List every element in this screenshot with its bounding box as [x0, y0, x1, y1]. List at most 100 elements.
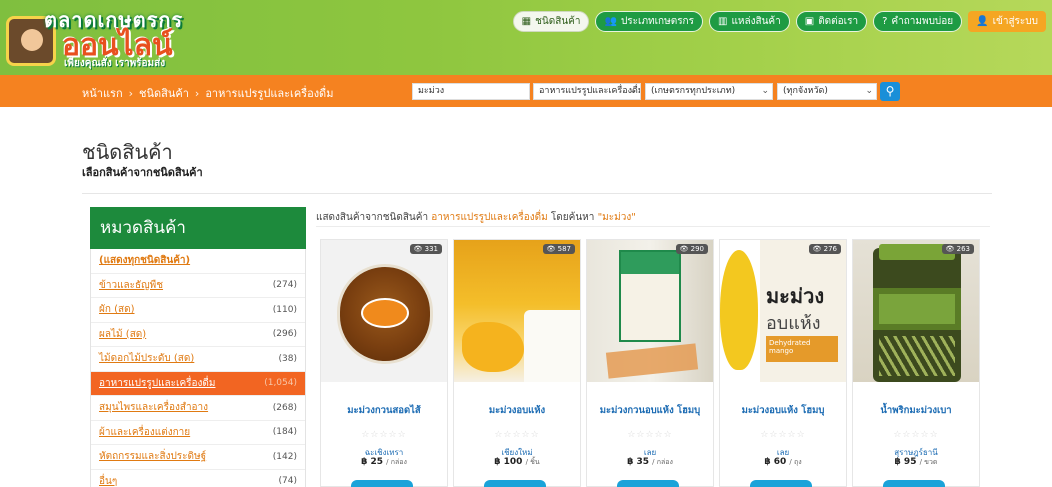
product-card[interactable]: 👁 290 มะม่วงกวนอบแห้ง โฮมบุ ☆☆☆☆☆ เลย ฿ … — [586, 239, 714, 487]
chevron-down-icon: ⌄ — [761, 86, 769, 96]
price-unit: / ถุง — [789, 458, 802, 466]
category-value: อาหารแปรรูปและเครื่องดื่ม — [539, 86, 641, 96]
price-unit: / ขวด — [919, 458, 938, 466]
sidebar-item-handicrafts[interactable]: หัตถกรรมและสิ่งประดิษฐ์ (142) — [91, 445, 305, 470]
nav-product-types[interactable]: ▦ ชนิดสินค้า — [512, 11, 590, 32]
results-middle: โดยค้นหา — [550, 212, 595, 223]
price-unit: / กล่อง — [652, 458, 673, 466]
results-query: "มะม่วง" — [597, 212, 636, 223]
product-image[interactable]: 👁 290 — [587, 240, 713, 382]
sidebar-item-count: (74) — [278, 476, 297, 487]
breadcrumb-current: อาหารแปรรูปและเครื่องดื่ม — [205, 87, 334, 100]
breadcrumb-separator-icon: › — [194, 86, 200, 100]
nav-label: ชนิดสินค้า — [535, 16, 581, 27]
sidebar-item-label: ไม้ดอกไม้ประดับ (สด) — [99, 353, 195, 365]
contact-icon: ▣ — [804, 16, 815, 27]
sidebar-item-label: หัตถกรรมและสิ่งประดิษฐ์ — [99, 451, 207, 463]
view-count: 263 — [956, 245, 970, 253]
product-image[interactable]: 👁 263 — [853, 240, 979, 382]
product-card[interactable]: 👁 331 มะม่วงกวนสอดไส้ ☆☆☆☆☆ ฉะเชิงเทรา ฿… — [320, 239, 448, 487]
nav-farmer-types[interactable]: 👥 ประเภทเกษตรกร — [595, 11, 703, 32]
nav-product-sources[interactable]: ▥ แหล่งสินค้า — [708, 11, 790, 32]
product-price: ฿ 25 / กล่อง — [321, 457, 447, 468]
sidebar-item-fruits[interactable]: ผลไม้ (สด) (296) — [91, 323, 305, 347]
view-product-button[interactable] — [750, 480, 812, 487]
sidebar-item-count: (268) — [272, 402, 297, 413]
star-rating: ☆☆☆☆☆ — [760, 430, 806, 440]
sidebar-item-herbs-cosmetics[interactable]: สมุนไพรและเครื่องสำอาง (268) — [91, 396, 305, 421]
search-bar: หน้าแรก › ชนิดสินค้า › อาหารแปรรูปและเคร… — [0, 75, 1052, 107]
province-select[interactable]: (ทุกจังหวัด) ⌄ — [777, 83, 877, 100]
breadcrumb-product-types[interactable]: ชนิดสินค้า — [139, 84, 189, 102]
site-logo[interactable]: ตลาดเกษตรกร ออนไลน์ เพียงคุณสั่ง เราพร้อ… — [4, 2, 204, 70]
farmer-type-value: (เกษตรกรทุกประเภท) — [651, 86, 736, 96]
sidebar-item-others[interactable]: อื่นๆ (74) — [91, 470, 305, 487]
map-icon: ▥ — [717, 16, 728, 27]
sidebar-item-flowers[interactable]: ไม้ดอกไม้ประดับ (สด) (38) — [91, 347, 305, 372]
nav-label: ประเภทเกษตรกร — [620, 16, 694, 27]
search-button[interactable]: ⚲ — [880, 82, 900, 101]
view-count-badge: 👁 263 — [941, 244, 974, 254]
sidebar-item-count: (38) — [278, 353, 297, 364]
breadcrumb-home[interactable]: หน้าแรก — [82, 84, 123, 102]
login-button[interactable]: 👤 เข้าสู่ระบบ — [968, 11, 1046, 32]
product-name[interactable]: มะม่วงกวนอบแห้ง โฮมบุ — [587, 403, 713, 418]
results-category-link[interactable]: อาหารแปรรูปและเครื่องดื่ม — [431, 212, 547, 223]
search-input[interactable]: มะม่วง — [412, 83, 530, 100]
product-card[interactable]: มะม่วง อบแห้ง Dehydrated mango 👁 276 มะม… — [719, 239, 847, 487]
price-unit: / ชิ้น — [525, 458, 540, 466]
category-select[interactable]: อาหารแปรรูปและเครื่องดื่ม ⌄ — [533, 83, 641, 100]
sidebar-item-all[interactable]: (แสดงทุกชนิดสินค้า) — [91, 249, 305, 274]
logo-tagline: เพียงคุณสั่ง เราพร้อมส่ง — [64, 58, 166, 69]
view-count-badge: 👁 290 — [675, 244, 708, 254]
view-count: 587 — [557, 245, 571, 253]
product-image[interactable]: มะม่วง อบแห้ง Dehydrated mango 👁 276 — [720, 240, 846, 382]
sidebar-item-textiles[interactable]: ผ้าและเครื่องแต่งกาย (184) — [91, 421, 305, 445]
sidebar-item-label: ผ้าและเครื่องแต่งกาย — [99, 426, 191, 438]
sidebar-item-vegetables[interactable]: ผัก (สด) (110) — [91, 298, 305, 323]
divider — [82, 193, 992, 194]
price-value: ฿ 35 — [627, 457, 650, 467]
view-product-button[interactable] — [617, 480, 679, 487]
farmer-type-select[interactable]: (เกษตรกรทุกประเภท) ⌄ — [645, 83, 773, 100]
product-name[interactable]: มะม่วงอบแห้ง โฮมบุ — [720, 403, 846, 418]
product-image[interactable]: 👁 587 — [454, 240, 580, 382]
divider — [316, 226, 990, 227]
view-product-button[interactable] — [351, 480, 413, 487]
breadcrumb-separator-icon: › — [128, 86, 134, 100]
view-count: 331 — [424, 245, 438, 253]
product-price: ฿ 95 / ขวด — [853, 457, 979, 468]
product-image[interactable]: 👁 331 — [321, 240, 447, 382]
view-product-button[interactable] — [883, 480, 945, 487]
view-count-badge: 👁 276 — [808, 244, 841, 254]
sidebar-item-label: อาหารแปรรูปและเครื่องดื่ม — [99, 377, 216, 389]
sidebar-item-processed-food[interactable]: อาหารแปรรูปและเครื่องดื่ม (1,054) — [91, 371, 305, 396]
results-prefix: แสดงสินค้าจากชนิดสินค้า — [316, 212, 429, 223]
product-name[interactable]: น้ำพริกมะม่วงเบา — [853, 403, 979, 418]
results-summary: แสดงสินค้าจากชนิดสินค้า อาหารแปรรูปและเค… — [316, 210, 636, 225]
product-name[interactable]: มะม่วงอบแห้ง — [454, 403, 580, 418]
sidebar-item-label: ผลไม้ (สด) — [99, 328, 147, 340]
product-photo-contents — [879, 336, 955, 376]
product-photo-mango — [462, 322, 524, 372]
grid-icon: ▦ — [521, 16, 532, 27]
sidebar-item-rice-grains[interactable]: ข้าวและธัญพืช (274) — [91, 274, 305, 298]
nav-faq[interactable]: ? คำถามพบบ่อย — [873, 11, 963, 32]
view-product-button[interactable] — [484, 480, 546, 487]
sidebar-item-count: (142) — [272, 451, 297, 462]
product-card[interactable]: 👁 263 น้ำพริกมะม่วงเบา ☆☆☆☆☆ สุราษฎร์ธาน… — [852, 239, 980, 487]
product-card[interactable]: 👁 587 มะม่วงอบแห้ง ☆☆☆☆☆ เชียงใหม่ ฿ 100… — [453, 239, 581, 487]
chevron-down-icon: ⌄ — [865, 86, 873, 96]
bag-text-dehydrated: Dehydrated mango — [766, 336, 838, 362]
nav-label: เข้าสู่ระบบ — [992, 16, 1038, 27]
top-navigation: ▦ ชนิดสินค้า 👥 ประเภทเกษตรกร ▥ แหล่งสินค… — [512, 11, 1046, 32]
product-photo-bag — [524, 310, 580, 382]
category-sidebar: หมวดสินค้า (แสดงทุกชนิดสินค้า) ข้าวและธั… — [90, 207, 306, 487]
question-icon: ? — [882, 16, 888, 27]
star-rating: ☆☆☆☆☆ — [627, 430, 673, 440]
product-photo-mango — [720, 250, 758, 370]
product-name[interactable]: มะม่วงกวนสอดไส้ — [321, 403, 447, 418]
sidebar-item-count: (184) — [272, 427, 297, 438]
view-count: 276 — [823, 245, 837, 253]
nav-contact[interactable]: ▣ ติดต่อเรา — [795, 11, 868, 32]
